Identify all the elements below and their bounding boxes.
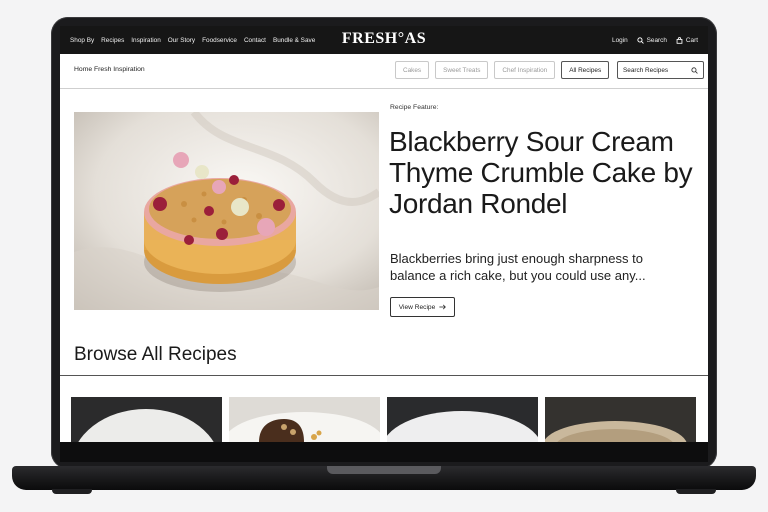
cart-icon bbox=[676, 36, 683, 44]
nav-foodservice[interactable]: Foodservice bbox=[202, 37, 237, 44]
cart-link[interactable]: Cart bbox=[676, 37, 698, 44]
search-link[interactable]: Search bbox=[637, 37, 667, 44]
sub-navigation-bar: Home Fresh Inspiration Cakes Sweet Treat… bbox=[60, 54, 708, 89]
recipe-thumbnail-4 bbox=[545, 397, 696, 442]
nav-contact[interactable]: Contact bbox=[244, 37, 266, 44]
category-filters: Cakes Sweet Treats Chef Inspiration All … bbox=[395, 61, 610, 79]
filter-cakes[interactable]: Cakes bbox=[395, 61, 430, 79]
feature-title[interactable]: Blackberry Sour Cream Thyme Crumble Cake… bbox=[389, 126, 701, 219]
laptop-foot-left bbox=[52, 489, 92, 494]
search-label: Search bbox=[646, 36, 667, 44]
laptop-screen: Shop By Recipes Inspiration Our Story Fo… bbox=[60, 26, 708, 442]
recipe-card-image[interactable] bbox=[71, 397, 222, 442]
search-placeholder: Search Recipes bbox=[623, 66, 669, 74]
nav-shop-by[interactable]: Shop By bbox=[70, 37, 94, 44]
laptop-foot-right bbox=[676, 489, 716, 494]
recipe-card-image[interactable] bbox=[387, 397, 538, 442]
laptop-hinge-notch bbox=[327, 466, 441, 474]
feature-recipe-image[interactable] bbox=[74, 112, 379, 310]
main-nav: Shop By Recipes Inspiration Our Story Fo… bbox=[70, 26, 315, 54]
login-link[interactable]: Login bbox=[612, 37, 628, 44]
section-divider bbox=[60, 375, 708, 376]
cart-label: Cart bbox=[685, 36, 698, 44]
laptop-chin bbox=[60, 442, 708, 462]
view-recipe-label: View Recipe bbox=[398, 303, 436, 311]
recipe-thumbnail-3 bbox=[387, 397, 538, 442]
recipe-thumbnail-2 bbox=[229, 397, 380, 442]
filter-sweet-treats[interactable]: Sweet Treats bbox=[435, 61, 489, 79]
arrow-right-icon bbox=[439, 304, 447, 310]
breadcrumb[interactable]: Home Fresh Inspiration bbox=[74, 66, 145, 73]
nav-bundle-save[interactable]: Bundle & Save bbox=[273, 37, 315, 44]
filter-all-recipes[interactable]: All Recipes bbox=[561, 61, 610, 79]
nav-recipes[interactable]: Recipes bbox=[101, 37, 124, 44]
feature-label: Recipe Feature: bbox=[390, 104, 439, 111]
filter-chef-inspiration[interactable]: Chef Inspiration bbox=[494, 61, 556, 79]
site-logo[interactable]: FRESH°AS bbox=[338, 30, 430, 48]
cake-illustration bbox=[74, 112, 379, 310]
nav-inspiration[interactable]: Inspiration bbox=[131, 37, 161, 44]
recipe-card-image[interactable] bbox=[545, 397, 696, 442]
top-navigation-bar: Shop By Recipes Inspiration Our Story Fo… bbox=[60, 26, 708, 54]
login-label: Login bbox=[612, 36, 628, 44]
recipe-card-image[interactable] bbox=[229, 397, 380, 442]
account-nav: Login Search Cart bbox=[612, 26, 698, 54]
nav-our-story[interactable]: Our Story bbox=[168, 37, 195, 44]
recipe-thumbnail-1 bbox=[71, 397, 222, 442]
recipe-search-input[interactable]: Search Recipes bbox=[617, 61, 704, 79]
view-recipe-button[interactable]: View Recipe bbox=[390, 297, 455, 317]
browse-heading: Browse All Recipes bbox=[74, 344, 237, 365]
search-icon bbox=[691, 66, 698, 74]
search-icon bbox=[637, 36, 644, 44]
feature-description: Blackberries bring just enough sharpness… bbox=[390, 251, 646, 283]
